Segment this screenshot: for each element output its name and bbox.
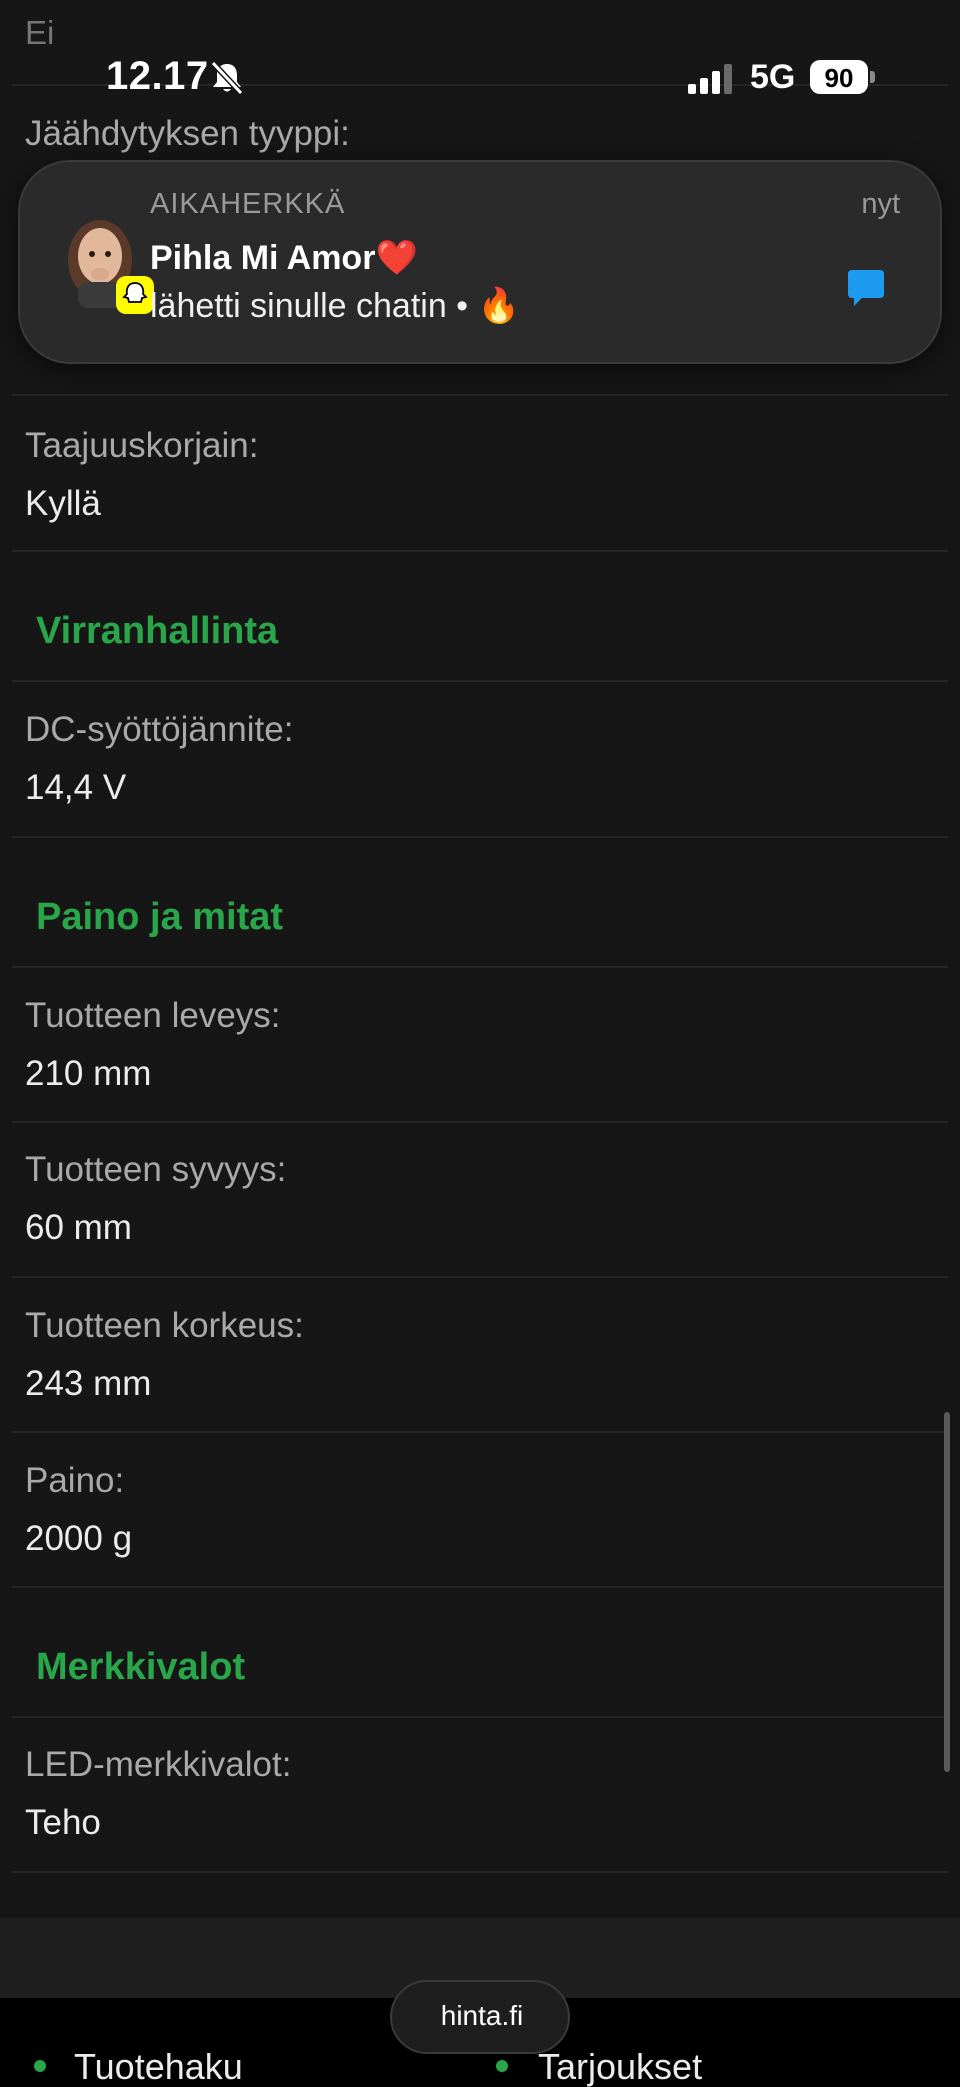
equalizer-label: Taajuuskorjain: — [25, 426, 259, 465]
notification-app-tag: AIKAHERKKÄ — [150, 188, 346, 220]
network-type: 5G — [750, 58, 796, 96]
spec-row-led — [12, 1718, 948, 1873]
avatar — [68, 220, 154, 314]
nav-link-tuotehaku[interactable]: Tuotehaku — [74, 2046, 243, 2087]
status-time: 12.17 — [106, 54, 209, 98]
signal-icon — [688, 64, 732, 94]
height-value: 243 mm — [25, 1364, 152, 1403]
bell-muted-icon — [210, 60, 244, 96]
led-label: LED-merkkivalot: — [25, 1745, 292, 1784]
spec-row-height — [12, 1278, 948, 1433]
depth-value: 60 mm — [25, 1208, 132, 1247]
spec-page: Ei Jäähdytyksen tyyppi: Taajuuskorjain: … — [0, 0, 960, 2087]
nav-bullet-icon — [496, 2060, 508, 2072]
browser-url-bar[interactable]: hinta.fi — [390, 1980, 570, 2054]
chat-icon — [848, 270, 884, 306]
equalizer-value: Kyllä — [25, 484, 101, 523]
notification-title: Pihla Mi Amor❤️ — [150, 238, 418, 278]
nav-link-tarjoukset[interactable]: Tarjoukset — [538, 2046, 702, 2087]
notification-sender: Pihla Mi Amor — [150, 239, 376, 277]
battery-level: 90 — [824, 63, 854, 93]
notification-body: lähetti sinulle chatin • 🔥 — [150, 286, 520, 326]
width-value: 210 mm — [25, 1054, 152, 1093]
scrollbar[interactable] — [944, 1412, 950, 1772]
notification-time: nyt — [861, 188, 900, 220]
weight-value: 2000 g — [25, 1519, 133, 1558]
section-power-title: Virranhallinta — [36, 610, 279, 652]
depth-label: Tuotteen syvyys: — [25, 1150, 287, 1189]
spec-row-dc-voltage — [12, 682, 948, 838]
dc-voltage-label: DC-syöttöjännite: — [25, 710, 294, 749]
spec-row-depth — [12, 1123, 948, 1278]
heart-emoji: ❤️ — [375, 239, 418, 277]
section-dimensions-title: Paino ja mitat — [36, 896, 284, 938]
battery-icon: 90 — [810, 60, 875, 94]
spec-row-width — [12, 968, 948, 1123]
nav-bullet-icon — [34, 2060, 46, 2072]
fire-emoji: 🔥 — [477, 287, 520, 325]
notification-message: lähetti sinulle chatin • — [150, 287, 469, 325]
height-label: Tuotteen korkeus: — [25, 1306, 304, 1345]
section-lights-title: Merkkivalot — [36, 1646, 246, 1688]
notification-banner[interactable]: AIKAHERKKÄ nyt Pihla Mi Amor❤️ lähetti s… — [18, 160, 942, 364]
led-value: Teho — [25, 1803, 101, 1842]
width-label: Tuotteen leveys: — [25, 996, 281, 1035]
weight-label: Paino: — [25, 1461, 125, 1500]
url-text: hinta.fi — [440, 2000, 524, 2031]
dc-voltage-value: 14,4 V — [25, 768, 127, 807]
spec-row-equalizer — [12, 396, 948, 552]
spec-row-weight — [12, 1433, 948, 1588]
